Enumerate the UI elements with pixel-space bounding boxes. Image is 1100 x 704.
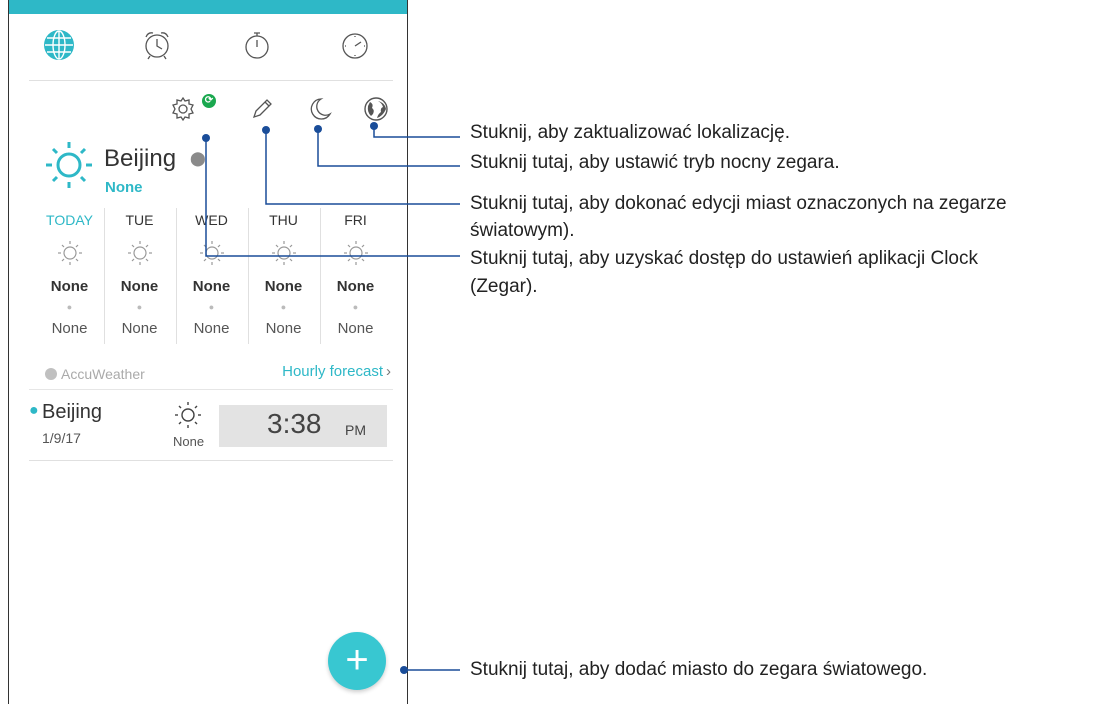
chevron-right-icon: › xyxy=(386,363,391,380)
hourly-forecast-link[interactable]: Hourly forecast › xyxy=(282,363,391,380)
alarm-clock-icon xyxy=(145,32,169,60)
world-clock-time: 3:38 xyxy=(267,408,322,439)
update-location-button[interactable] xyxy=(359,92,393,126)
divider xyxy=(29,389,393,390)
add-city-button[interactable]: + xyxy=(328,632,386,690)
callout-edit-line2: światowym). xyxy=(470,220,575,241)
sun-icon xyxy=(128,241,152,265)
moon-icon xyxy=(310,98,332,120)
forecast-low: None xyxy=(121,320,158,337)
forecast-day: THU None ● None xyxy=(248,208,318,344)
stopwatch-icon xyxy=(245,32,269,59)
phone-screen: ⟳ Beijing ⬤ None TODAY None ● None TUE N… xyxy=(8,0,408,704)
world-clock-city: Beijing xyxy=(42,401,103,423)
forecast-day-label: TUE xyxy=(125,212,154,228)
sync-badge: ⟳ xyxy=(202,94,216,108)
accuweather-label: AccuWeather xyxy=(61,366,145,382)
forecast-day: TUE None ● None xyxy=(104,208,174,344)
tab-timer[interactable] xyxy=(335,28,375,62)
forecast-separator-dot: ● xyxy=(66,302,73,312)
forecast-day-label: WED xyxy=(195,212,228,228)
forecast-high: None xyxy=(336,278,375,295)
callout-location: Stuknij, aby zaktualizować lokalizację. xyxy=(470,122,790,143)
world-clock-time-box[interactable]: 3:38 PM xyxy=(219,405,387,447)
forecast-low: None xyxy=(337,320,374,337)
callout-add: Stuknij tutaj, aby dodać miasto do zegar… xyxy=(470,659,928,680)
edit-button[interactable] xyxy=(245,92,279,126)
tab-divider xyxy=(29,80,393,81)
forecast-high: None xyxy=(120,278,159,295)
sun-icon xyxy=(46,142,92,188)
accuweather-logo: AccuWeather xyxy=(45,366,145,382)
status-bar xyxy=(9,0,407,14)
world-clock-ampm: PM xyxy=(345,422,366,438)
forecast-separator-dot: ● xyxy=(208,302,215,312)
callout-night: Stuknij tutaj, aby ustawić tryb nocny ze… xyxy=(470,152,840,173)
forecast-low: None xyxy=(51,320,88,337)
tab-alarm[interactable] xyxy=(137,28,177,62)
callout-settings-line1: Stuknij tutaj, aby uzyskać dostęp do ust… xyxy=(470,248,978,269)
forecast-separator-dot: ● xyxy=(280,302,287,312)
globe-icon xyxy=(44,30,74,60)
pencil-icon xyxy=(252,99,272,119)
forecast-strip: TODAY None ● None TUE None ● None WED No… xyxy=(35,208,395,346)
settings-button[interactable] xyxy=(166,92,200,126)
callout-settings-line2: (Zegar). xyxy=(470,276,538,297)
sun-icon xyxy=(272,241,296,265)
forecast-low: None xyxy=(265,320,302,337)
world-clock-date: 1/9/17 xyxy=(42,430,81,446)
tab-stopwatch[interactable] xyxy=(237,28,277,62)
forecast-day: FRI None ● None xyxy=(320,208,390,344)
city-name: Beijing xyxy=(104,145,177,172)
forecast-day-label: THU xyxy=(269,212,298,228)
forecast-day-label: FRI xyxy=(344,212,367,228)
sun-icon xyxy=(200,241,224,265)
hourly-forecast-label: Hourly forecast xyxy=(282,363,383,380)
sun-icon xyxy=(344,241,368,265)
tab-world-clock[interactable] xyxy=(39,28,79,62)
forecast-low: None xyxy=(193,320,230,337)
timer-icon xyxy=(342,33,368,59)
location-pin-icon: ● xyxy=(29,402,39,419)
globe-location-icon xyxy=(364,97,388,121)
callout-edit-line1: Stuknij tutaj, aby dokonać edycji miast … xyxy=(470,193,1007,214)
divider xyxy=(29,460,393,461)
accuweather-sun-icon xyxy=(45,368,57,380)
forecast-day: TODAY None ● None xyxy=(35,208,104,344)
location-pin-icon: ⬤ xyxy=(190,150,206,166)
forecast-high: None xyxy=(192,278,231,295)
city-condition: None xyxy=(105,179,143,196)
forecast-day: WED None ● None xyxy=(176,208,246,344)
night-mode-button[interactable] xyxy=(303,92,337,126)
forecast-high: None xyxy=(50,278,89,295)
gear-icon xyxy=(172,96,194,122)
forecast-separator-dot: ● xyxy=(352,302,359,312)
forecast-day-label: TODAY xyxy=(46,212,93,228)
forecast-high: None xyxy=(264,278,303,295)
sun-icon xyxy=(175,402,201,428)
world-clock-condition: None xyxy=(173,434,205,449)
sun-icon xyxy=(58,241,82,265)
forecast-separator-dot: ● xyxy=(136,302,143,312)
